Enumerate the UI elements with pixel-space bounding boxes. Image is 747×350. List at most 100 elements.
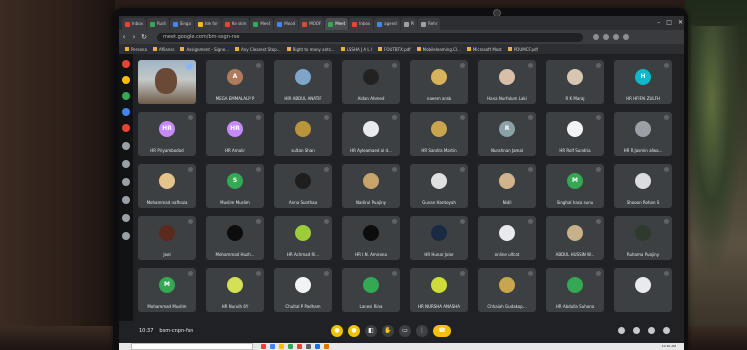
participant-tile[interactable]: ABDUL HUSSIN W... <box>546 216 604 260</box>
participant-tile[interactable]: Chultal P Padham <box>274 268 332 312</box>
participant-tile[interactable]: Nidil <box>478 164 536 208</box>
participant-tile[interactable]: online ulfcat <box>478 216 536 260</box>
participant-tile[interactable]: sultan Shan <box>274 112 332 156</box>
bookmark-item[interactable]: PDUMCF.pdf <box>507 47 538 52</box>
activities-icon[interactable] <box>663 327 670 334</box>
browser-tab[interactable]: Rudi <box>146 18 169 30</box>
more-options-button[interactable]: ⋮ <box>416 325 428 337</box>
profile-icon[interactable] <box>623 34 629 40</box>
bookmark-item[interactable]: Assignment - Signe... <box>180 47 229 52</box>
app-icon[interactable] <box>122 108 130 116</box>
participant-tile[interactable]: HR Achmad Ri... <box>274 216 332 260</box>
forward-icon[interactable]: › <box>129 33 139 41</box>
participant-tile[interactable]: Nadirul Puajiny <box>342 164 400 208</box>
app-icon[interactable] <box>122 92 130 100</box>
taskbar-search[interactable] <box>131 343 253 350</box>
participant-tile[interactable] <box>614 268 672 312</box>
raise-hand-button[interactable]: ✋ <box>382 325 394 337</box>
browser-tab[interactable]: Meet <box>250 18 274 30</box>
participant-tile[interactable]: HR Nurulh 6Y <box>206 268 264 312</box>
participant-tile[interactable]: Mohammad Huzh... <box>206 216 264 260</box>
minimize-icon[interactable]: – <box>657 18 660 28</box>
chat-icon[interactable] <box>648 327 655 334</box>
settings-icon[interactable] <box>122 214 130 222</box>
present-button[interactable]: ▭ <box>399 325 411 337</box>
app-icon[interactable] <box>288 344 293 349</box>
extension-icon[interactable] <box>593 34 599 40</box>
browser-tab[interactable]: Singa <box>169 18 194 30</box>
info-icon[interactable] <box>618 327 625 334</box>
participant-tile[interactable]: Chhaiah Gudakop... <box>478 268 536 312</box>
browser-tab[interactable]: Meet <box>325 18 349 30</box>
bookmark-item[interactable]: FOUTBTX.pdf <box>378 47 411 52</box>
participant-tile[interactable]: Anna Sunthaa <box>274 164 332 208</box>
bookmark-item[interactable]: Mobileleaming.Cl... <box>416 47 461 52</box>
participant-tile[interactable]: Ruhama Puajiny <box>614 216 672 260</box>
microphone-button[interactable]: ● <box>331 325 343 337</box>
camera-button[interactable]: ● <box>348 325 360 337</box>
app-icon[interactable] <box>297 344 302 349</box>
participant-tile[interactable]: naeem arab <box>410 60 468 104</box>
participant-tile[interactable]: Hana Nurfalum Laki <box>478 60 536 104</box>
participant-tile[interactable]: HR HR Amalir <box>206 112 264 156</box>
app-icon[interactable] <box>122 60 130 68</box>
app-icon[interactable] <box>122 76 130 84</box>
send-icon[interactable] <box>122 160 130 168</box>
browser-tab[interactable]: MOOF <box>299 18 325 30</box>
app-icon[interactable] <box>270 344 275 349</box>
app-icon[interactable] <box>122 124 130 132</box>
participant-tile[interactable]: Joel <box>138 216 196 260</box>
browser-tab[interactable]: Ke skm <box>221 18 250 30</box>
participant-tile[interactable]: Aidan Ahmed <box>342 60 400 104</box>
participant-tile[interactable]: R Nurahnan Jamal <box>478 112 536 156</box>
back-icon[interactable]: ‹ <box>119 33 129 41</box>
bookmark-item[interactable]: Any Clearest Stop... <box>234 47 281 52</box>
participant-tile[interactable]: HR Rolf Sundria <box>546 112 604 156</box>
browser-tab[interactable]: Pi <box>400 18 418 30</box>
browser-tab[interactable]: Mood <box>274 18 299 30</box>
bookmark-item[interactable]: Microsoft Most <box>466 47 502 52</box>
heart-icon[interactable] <box>122 178 130 186</box>
app-icon[interactable] <box>324 344 329 349</box>
browser-tab[interactable]: Rehr <box>418 18 441 30</box>
maximize-icon[interactable]: □ <box>666 18 672 28</box>
app-icon[interactable] <box>261 344 266 349</box>
app-icon[interactable] <box>315 344 320 349</box>
bookmark-item[interactable]: LSSHA J A L I <box>340 47 372 52</box>
participant-tile[interactable]: HR HR Priyambodod <box>138 112 196 156</box>
participant-tile[interactable]: A MEGA EMMALALP P <box>206 60 264 104</box>
extension-icon[interactable] <box>603 34 609 40</box>
captions-button[interactable]: ◧ <box>365 325 377 337</box>
participant-tile[interactable]: HR Abdulla Suhana <box>546 268 604 312</box>
participant-tile[interactable]: R K Maraj <box>546 60 604 104</box>
participant-tile[interactable]: HR Sandra Martin <box>410 112 468 156</box>
participant-tile[interactable]: Shaoon Rohan S <box>614 164 672 208</box>
browser-tab[interactable]: agend <box>374 18 400 30</box>
app-icon[interactable] <box>279 344 284 349</box>
close-icon[interactable]: ✕ <box>678 18 683 28</box>
people-icon[interactable] <box>633 327 640 334</box>
participant-tile[interactable]: HR Hunar Jolor <box>410 216 468 260</box>
browser-tab[interactable]: Inbox <box>122 18 146 30</box>
participant-tile[interactable]: HR Ayleamaed al d... <box>342 112 400 156</box>
participant-tile[interactable]: H HR HFIFAI ZULFH <box>614 60 672 104</box>
leave-call-button[interactable]: ☎ <box>433 325 451 337</box>
participant-tile[interactable]: HR R.Jasmin afwa... <box>614 112 672 156</box>
bookmark-item[interactable]: Persona <box>125 47 147 52</box>
app-icon[interactable] <box>122 142 130 150</box>
reload-icon[interactable]: ↻ <box>139 33 149 41</box>
bookmark-item[interactable]: Right to many ants... <box>286 47 335 52</box>
participant-tile[interactable]: Mohammad nafhaza <box>138 164 196 208</box>
participant-tile[interactable]: S Muslim Muslim <box>206 164 264 208</box>
browser-tab[interactable]: Ide for <box>194 18 221 30</box>
app-icon[interactable] <box>306 344 311 349</box>
browser-tab[interactable]: Inbox <box>349 18 374 30</box>
participant-tile[interactable]: HR I.N. Amirona <box>342 216 400 260</box>
extension-icon[interactable] <box>613 34 619 40</box>
clock-icon[interactable] <box>122 196 130 204</box>
participant-tile[interactable]: HR NURSHA ANASHA <box>410 268 468 312</box>
url-field[interactable]: meet.google.com/bm-ssgn-rse <box>157 32 583 42</box>
participant-tile[interactable] <box>138 60 196 104</box>
participant-tile[interactable]: Lanesi Rina <box>342 268 400 312</box>
more-icon[interactable] <box>122 232 130 240</box>
